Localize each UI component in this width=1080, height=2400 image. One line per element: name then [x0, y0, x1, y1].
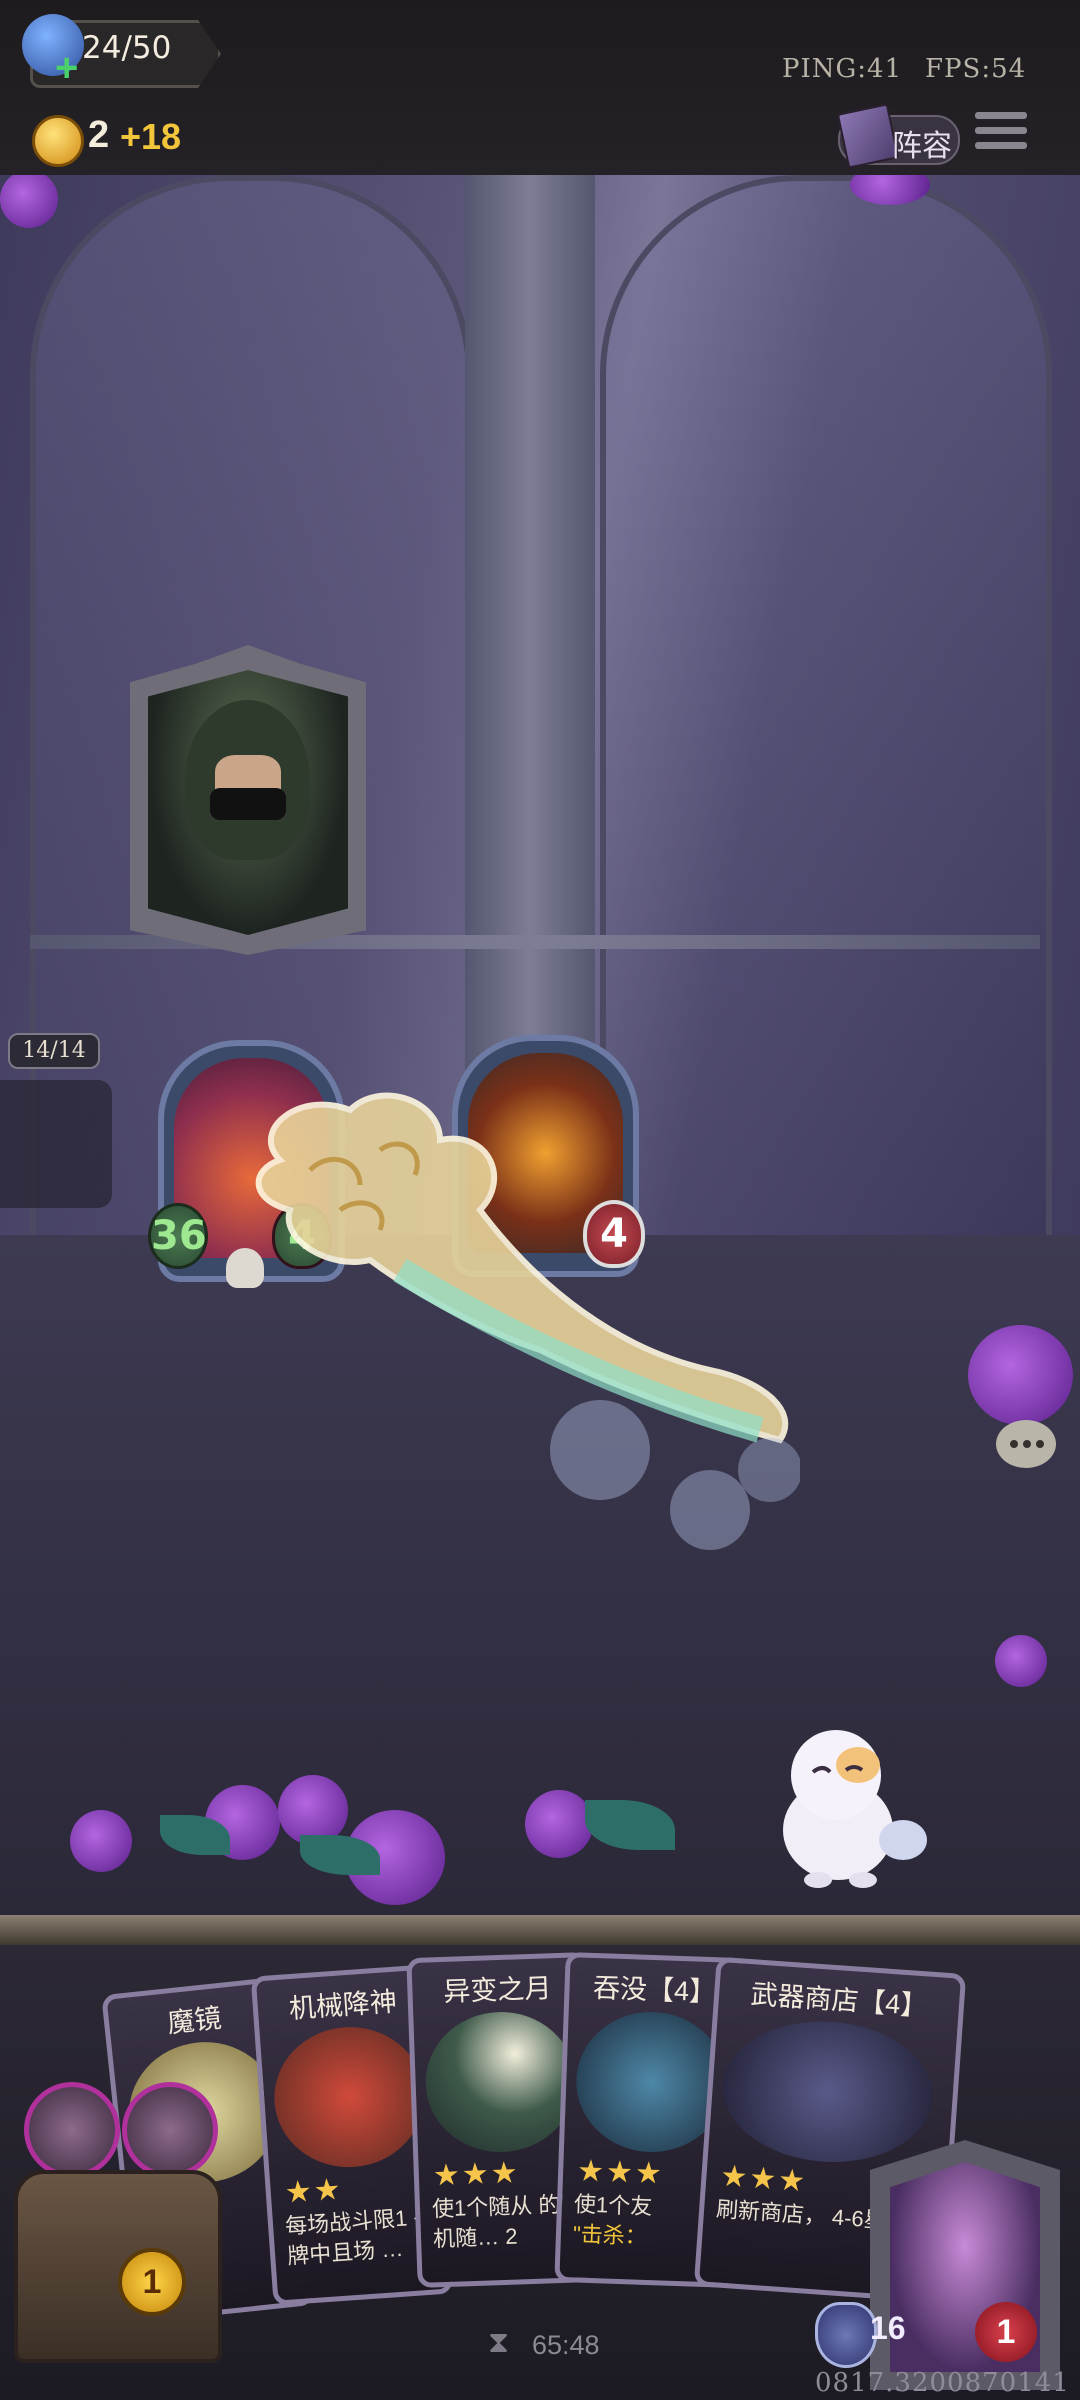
armor-shield-icon [815, 2302, 877, 2368]
rose-decoration [525, 1790, 593, 1858]
gold-amount: 2 [88, 114, 110, 156]
card-book-icon [836, 103, 900, 169]
rose-decoration [70, 1810, 132, 1872]
menu-button[interactable] [975, 112, 1027, 158]
ping-readout: PING:41 [782, 54, 903, 84]
hero-health: 1 [975, 2302, 1037, 2362]
hero-armor: 16 [870, 2310, 906, 2346]
card-keyword: "击杀： [572, 2221, 648, 2249]
card-title: 机械降神 [288, 1986, 398, 2025]
plus-icon: + [55, 46, 79, 90]
rose-decoration [995, 1635, 1047, 1687]
menu-bar-icon [975, 112, 1027, 119]
card-stars: ★★ [283, 2172, 344, 2210]
card-title: 武器商店【4】 [749, 1979, 929, 2022]
tavern-token[interactable] [122, 2082, 218, 2178]
spirit-cloud-effect [255, 1092, 800, 1550]
build-id: 0817.3200870141 [815, 2368, 1070, 2398]
card-art [423, 2009, 579, 2155]
rose-decoration [0, 175, 58, 228]
side-panel[interactable] [0, 1080, 112, 1208]
card-stars: ★★★ [719, 2159, 809, 2199]
turn-timer: 65:48 [532, 2330, 600, 2360]
minion-count-badge: 14/14 [8, 1033, 100, 1069]
minion-attack: 36 [148, 1203, 208, 1269]
pet-companion[interactable] [768, 1720, 928, 1890]
menu-bar-icon [975, 127, 1027, 134]
population-count: 24/50 [82, 30, 172, 66]
rose-decoration [968, 1325, 1073, 1425]
card-art [269, 2022, 430, 2173]
lineup-label: 阵容 [892, 130, 952, 163]
hourglass-icon: ⧗ [488, 2326, 510, 2359]
refresh-shop-button[interactable] [14, 2170, 222, 2363]
chat-bubble-icon[interactable] [996, 1420, 1056, 1468]
refresh-cost: 1 [118, 2248, 186, 2316]
gold-gain: +18 [120, 116, 182, 157]
card-title: 异变之月 [442, 1973, 552, 2007]
card-stars: ★★★ [432, 2156, 521, 2193]
card-stars: ★★★ [576, 2154, 665, 2191]
card-art [718, 2014, 938, 2169]
gold-coin-icon [32, 115, 84, 167]
figure-mask [210, 788, 286, 820]
tavern-token[interactable] [24, 2082, 120, 2178]
fps-readout: FPS:54 [925, 54, 1027, 84]
menu-bar-icon [975, 142, 1027, 149]
card-text-line: 使1个友 [573, 2191, 653, 2220]
shop-rail [0, 1915, 1080, 1945]
